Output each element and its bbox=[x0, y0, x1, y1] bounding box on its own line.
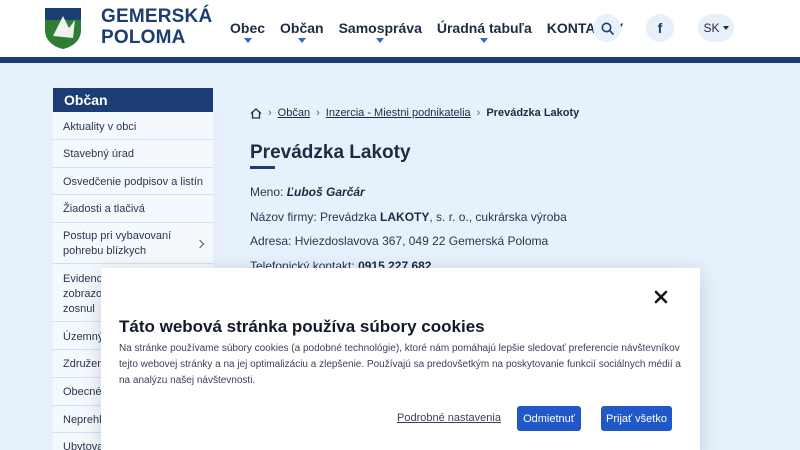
breadcrumb-separator: › bbox=[316, 107, 320, 119]
coat-of-arms-logo[interactable] bbox=[43, 6, 83, 50]
chevron-down-icon bbox=[297, 38, 306, 43]
info-company-rest: , s. r. o., cukrárska výroba bbox=[429, 210, 567, 224]
breadcrumb-separator: › bbox=[476, 107, 481, 119]
nav-label: Úradná tabuľa bbox=[436, 20, 532, 36]
info-company: Názov firmy: Prevádzka LAKOTY, s. r. o.,… bbox=[250, 210, 567, 224]
sidebar-item-pohreb[interactable]: Postup pri vybavovaní pohrebu blízkych bbox=[53, 223, 213, 264]
sidebar-title: Občan bbox=[53, 88, 213, 112]
site-header: GEMERSKÁ POLOMA Obec Občan Samospráva Úr… bbox=[0, 0, 800, 57]
sidebar-item-aktuality[interactable]: Aktuality v obci bbox=[53, 112, 213, 140]
sidebar-item-label: Osvedčenie podpisov a listín bbox=[63, 176, 204, 188]
page-title: Prevádzka Lakoty bbox=[250, 142, 411, 163]
sidebar-item-label: Združen bbox=[63, 358, 104, 370]
reject-button[interactable]: Odmietnuť bbox=[517, 406, 581, 431]
sidebar: Občan bbox=[53, 88, 213, 112]
cookie-dialog: Táto webová stránka používa súbory cooki… bbox=[101, 268, 700, 450]
nav-item-uradna-tabula[interactable]: Úradná tabuľa bbox=[437, 20, 532, 44]
main-nav: Obec Občan Samospráva Úradná tabuľa KONT… bbox=[230, 20, 638, 44]
cookie-title: Táto webová stránka používa súbory cooki… bbox=[119, 317, 485, 336]
info-company-label: Názov firmy: Prevádzka bbox=[250, 210, 381, 224]
header-divider bbox=[0, 57, 800, 63]
cookie-text: Na stránke používame súbory cookies (a p… bbox=[119, 343, 681, 386]
brand-name[interactable]: GEMERSKÁ POLOMA bbox=[101, 6, 212, 48]
brand-line-1: GEMERSKÁ bbox=[101, 6, 213, 27]
language-select[interactable]: SK bbox=[698, 14, 734, 42]
chevron-right-icon bbox=[195, 239, 205, 249]
info-company-bold: LAKOTY bbox=[380, 210, 430, 224]
brand-line-2: POLOMA bbox=[101, 27, 186, 48]
sidebar-item-label: Postup pri vybavovaní pohrebu blízkych bbox=[63, 230, 172, 257]
home-icon[interactable] bbox=[250, 107, 262, 119]
breadcrumb: › Občan › Inzercia - Miestni podnikateli… bbox=[250, 107, 579, 119]
breadcrumb-link-obcan[interactable]: Občan bbox=[278, 107, 310, 119]
cookie-settings-link[interactable]: Podrobné nastavenia bbox=[397, 412, 501, 424]
sidebar-item-label: Aktuality v obci bbox=[63, 121, 137, 133]
breadcrumb-separator: › bbox=[268, 107, 272, 119]
sidebar-item-ziadosti[interactable]: Žiadosti a tlačivá bbox=[53, 195, 213, 223]
nav-item-samosprava[interactable]: Samospráva bbox=[339, 20, 422, 44]
breadcrumb-link-inzercia[interactable]: Inzercia - Miestni podnikatelia bbox=[326, 107, 471, 119]
facebook-icon: f bbox=[657, 20, 663, 36]
close-icon[interactable] bbox=[654, 290, 668, 304]
sidebar-item-label: Neprehli bbox=[63, 414, 104, 426]
sidebar-item-label: Ubytova bbox=[63, 441, 104, 450]
chevron-down-icon bbox=[243, 38, 252, 43]
chevron-down-icon bbox=[376, 38, 385, 43]
info-name: Meno: Ľuboš Garčár bbox=[250, 185, 365, 199]
nav-item-obec[interactable]: Obec bbox=[230, 20, 265, 44]
language-label: SK bbox=[703, 21, 720, 35]
info-address: Adresa: Hviezdoslavova 367, 049 22 Gemer… bbox=[250, 234, 549, 248]
breadcrumb-current: Prevádzka Lakoty bbox=[486, 107, 580, 119]
accept-all-button[interactable]: Prijať všetko bbox=[601, 406, 672, 431]
sidebar-item-osvedcenie[interactable]: Osvedčenie podpisov a listín bbox=[53, 168, 213, 195]
nav-label: Občan bbox=[280, 20, 324, 36]
chevron-down-icon bbox=[722, 26, 729, 30]
chevron-down-icon bbox=[480, 38, 489, 43]
sidebar-item-label: Územný bbox=[63, 331, 104, 343]
sidebar-item-label: Obecné bbox=[63, 386, 102, 398]
sidebar-item-label: Stavebný úrad bbox=[63, 148, 134, 160]
facebook-button[interactable]: f bbox=[646, 14, 674, 42]
nav-item-obcan[interactable]: Občan bbox=[280, 20, 324, 44]
nav-label: Obec bbox=[230, 20, 266, 36]
nav-label: Samospráva bbox=[338, 20, 422, 36]
title-underline bbox=[250, 166, 275, 169]
info-name-value: Ľuboš Garčár bbox=[286, 185, 365, 199]
search-icon bbox=[601, 22, 614, 35]
sidebar-item-stavebny-urad[interactable]: Stavebný úrad bbox=[53, 140, 213, 168]
search-button[interactable] bbox=[593, 14, 621, 42]
sidebar-item-label: Žiadosti a tlačivá bbox=[63, 203, 145, 215]
info-name-label: Meno: bbox=[250, 185, 287, 199]
